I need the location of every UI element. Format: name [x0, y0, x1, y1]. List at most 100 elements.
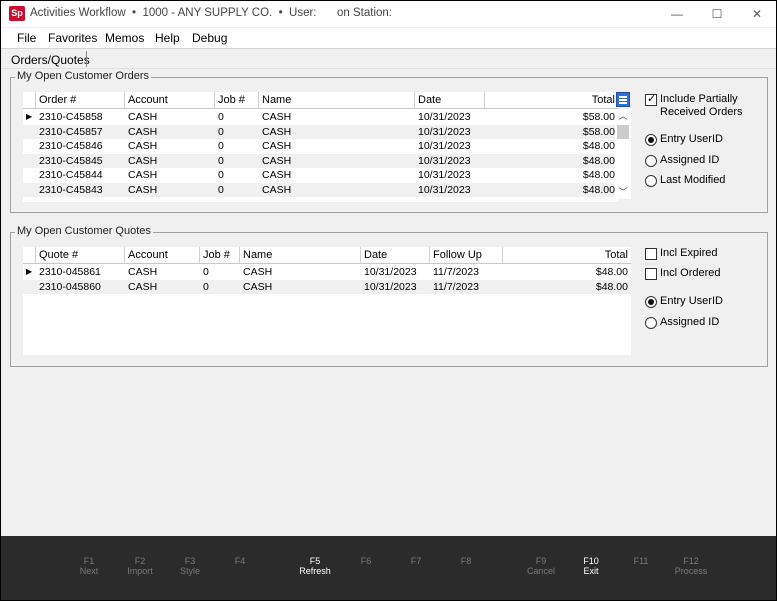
- quote-row[interactable]: ▶ 2310-045861 CASH 0 CASH 10/31/2023 11/7/2023…: [23, 265, 631, 280]
- scroll-thumb[interactable]: [617, 125, 629, 139]
- col-order-number[interactable]: Order #: [35, 92, 124, 109]
- order-cell-order: 2310-C45857: [39, 125, 103, 138]
- order-row[interactable]: ▶ 2310-C45858 CASH 0 CASH 10/31/2023 $58.00: [23, 110, 618, 125]
- quotes-grid-header: Quote # Account Job # Name Date Follow U…: [23, 247, 631, 264]
- tab-orders-quotes[interactable]: Orders/Quotes: [11, 53, 90, 67]
- order-row[interactable]: 2310-C45845 CASH 0 CASH 10/31/2023 $48.00: [23, 153, 618, 168]
- col-job[interactable]: Job #: [214, 92, 258, 109]
- col-name[interactable]: Name: [239, 247, 360, 264]
- include-partial-checkbox[interactable]: [645, 92, 657, 106]
- incl-expired-checkbox[interactable]: [645, 248, 657, 260]
- scroll-down-icon[interactable]: ﹀: [615, 185, 631, 199]
- fkey-f1[interactable]: F1 Next: [64, 556, 114, 576]
- fkey-key-label: F4: [234, 556, 246, 566]
- quote-row[interactable]: 2310-045860 CASH 0 CASH 10/31/2023 11/7/2023 $…: [23, 279, 631, 294]
- order-row[interactable]: 2310-C45843 CASH 0 CASH 10/31/2023 $48.00: [23, 182, 618, 197]
- fkey-f11[interactable]: F11: [616, 556, 666, 566]
- row-selector-icon: ▶: [26, 267, 33, 276]
- fkey-action-label: Process: [674, 566, 708, 576]
- menu-memos[interactable]: Memos: [105, 31, 144, 45]
- fkey-key-label: F11: [633, 556, 649, 566]
- col-account[interactable]: Account: [124, 92, 214, 109]
- order-cell-job: 0: [218, 125, 224, 138]
- fkey-f10[interactable]: F10 Exit: [566, 556, 616, 576]
- order-row[interactable]: 2310-C45844 CASH 0 CASH 10/31/2023 $48.00: [23, 168, 618, 183]
- order-cell-order: 2310-C45844: [39, 169, 103, 181]
- quotes-radio-assigned-id[interactable]: [645, 317, 657, 329]
- col-account[interactable]: Account: [124, 247, 199, 264]
- order-cell-total: $58.00: [582, 111, 615, 123]
- menu-file[interactable]: File: [17, 31, 36, 45]
- fkey-key-label: F8: [460, 556, 472, 566]
- col-date[interactable]: Date: [414, 92, 484, 109]
- fkey-f5[interactable]: F5 Refresh: [290, 556, 340, 576]
- order-cell-account: CASH: [128, 140, 158, 152]
- order-cell-job: 0: [218, 183, 224, 196]
- scroll-up-icon[interactable]: ︿: [615, 109, 631, 123]
- col-total[interactable]: Total: [502, 247, 631, 264]
- menu-divider: [1, 48, 776, 49]
- fkey-f12[interactable]: F12 Process: [666, 556, 716, 576]
- col-date[interactable]: Date: [360, 247, 429, 264]
- col-quote-number[interactable]: Quote #: [35, 247, 124, 264]
- fkey-key-label: F12: [683, 556, 699, 566]
- fkey-f7[interactable]: F7: [391, 556, 441, 566]
- order-cell-order: 2310-C45846: [39, 140, 103, 152]
- fkey-key-label: F9: [535, 556, 547, 566]
- window-title: Activities Workflow • 1000 - ANY SUPPLY …: [30, 7, 317, 19]
- title-bar[interactable]: Sp Activities Workflow • 1000 - ANY SUPP…: [1, 1, 776, 27]
- menu-debug[interactable]: Debug: [192, 31, 227, 45]
- quotes-radio-entry-userid-label: Entry UserID: [660, 295, 723, 307]
- fkey-f2[interactable]: F2 Import: [115, 556, 165, 576]
- order-cell-date: 10/31/2023: [418, 154, 471, 167]
- maximize-button[interactable]: ☐: [697, 1, 737, 27]
- function-key-bar: F1 Next F2 Import F3 Style F4 F5 Refresh F6 F7 F8 F9…: [1, 536, 776, 600]
- incl-ordered-checkbox[interactable]: [645, 268, 657, 280]
- fkey-key-label: F10: [583, 556, 599, 566]
- fkey-f6[interactable]: F6: [341, 556, 391, 566]
- quote-cell-follow-up: 11/7/2023: [433, 266, 479, 278]
- menu-help[interactable]: Help: [155, 31, 180, 45]
- menu-favorites[interactable]: Favorites: [48, 31, 97, 45]
- fkey-f8[interactable]: F8: [441, 556, 491, 566]
- fkey-f9[interactable]: F9 Cancel: [516, 556, 566, 576]
- order-cell-job: 0: [218, 169, 224, 181]
- col-follow-up[interactable]: Follow Up: [429, 247, 502, 264]
- order-row[interactable]: 2310-C45846 CASH 0 CASH 10/31/2023 $48.00: [23, 139, 618, 154]
- quotes-radio-assigned-id-label: Assigned ID: [660, 316, 720, 328]
- fkey-f3[interactable]: F3 Style: [165, 556, 215, 576]
- order-cell-name: CASH: [262, 154, 292, 167]
- quote-cell-job: 0: [203, 266, 209, 278]
- order-cell-name: CASH: [262, 111, 292, 123]
- col-job[interactable]: Job #: [199, 247, 239, 264]
- menu-bar: File Favorites Memos Help Debug: [1, 28, 776, 48]
- orders-radio-entry-userid[interactable]: [645, 134, 657, 146]
- col-total[interactable]: Total: [484, 92, 618, 109]
- quote-cell-date: 10/31/2023: [364, 280, 417, 293]
- column-chooser-icon[interactable]: [616, 92, 630, 107]
- fkey-action-label: Refresh: [299, 566, 331, 576]
- order-cell-name: CASH: [262, 125, 292, 138]
- quotes-radio-entry-userid[interactable]: [645, 296, 657, 308]
- orders-radio-last-modified[interactable]: [645, 175, 657, 187]
- order-row[interactable]: 2310-C45857 CASH 0 CASH 10/31/2023 $58.00: [23, 124, 618, 139]
- col-name[interactable]: Name: [258, 92, 414, 109]
- quote-cell-quote: 2310-045861: [39, 266, 101, 278]
- orders-scrollbar[interactable]: ︿ ﹀: [615, 109, 631, 199]
- fkey-key-label: F6: [360, 556, 372, 566]
- close-button[interactable]: ✕: [737, 1, 776, 27]
- order-cell-name: CASH: [262, 140, 292, 152]
- fkey-action-label: Import: [127, 566, 153, 576]
- fkey-f4[interactable]: F4: [215, 556, 265, 566]
- minimize-button[interactable]: —: [657, 1, 697, 27]
- orders-grid-header: Order # Account Job # Name Date Total: [23, 92, 618, 109]
- fkey-action-label: Next: [79, 566, 99, 576]
- app-logo-icon: Sp: [9, 6, 25, 21]
- orders-radio-assigned-id[interactable]: [645, 155, 657, 167]
- order-cell-account: CASH: [128, 111, 158, 123]
- order-cell-account: CASH: [128, 154, 158, 167]
- quote-cell-total: $48.00: [595, 280, 628, 293]
- fkey-key-label: F2: [134, 556, 146, 566]
- quotes-group: My Open Customer Quotes Quote # Account …: [10, 225, 768, 367]
- order-cell-date: 10/31/2023: [418, 183, 471, 196]
